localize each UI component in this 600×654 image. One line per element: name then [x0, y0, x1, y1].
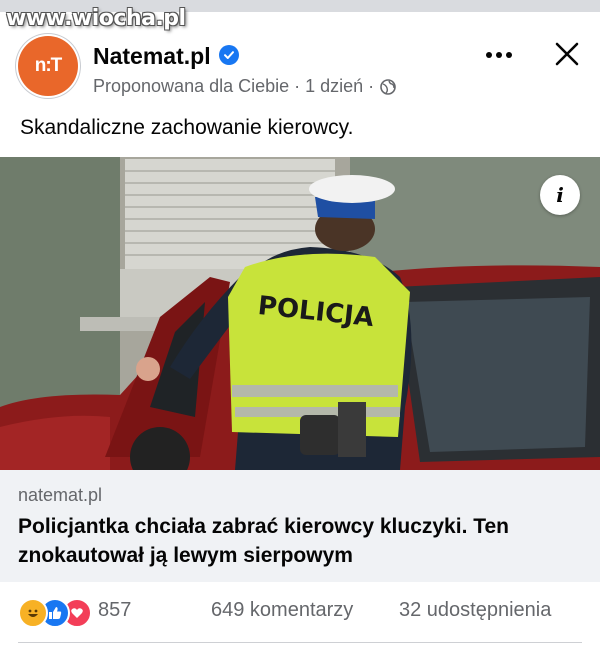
page-avatar[interactable]: n:T: [18, 36, 78, 96]
ad-info-button[interactable]: i: [540, 175, 580, 215]
engagement-bar: 857 649 komentarzy 32 udostępnienia: [0, 590, 600, 634]
page-name[interactable]: Natemat.pl: [93, 43, 211, 70]
more-horizontal-icon: [486, 52, 512, 58]
divider: [18, 642, 582, 643]
haha-reaction-icon: [18, 598, 48, 628]
reaction-icons[interactable]: [18, 598, 94, 628]
post-meta-text: Proponowana dla Ciebie · 1 dzień ·: [93, 76, 375, 96]
verified-badge-icon: [219, 45, 239, 65]
close-icon: [555, 42, 579, 66]
link-preview[interactable]: natemat.pl Policjantka chciała zabrać ki…: [0, 470, 600, 582]
post-meta: Proponowana dla Ciebie · 1 dzień ·: [93, 76, 396, 97]
link-headline[interactable]: Policjantka chciała zabrać kierowcy kluc…: [18, 512, 578, 570]
police-officer-car-image: POLICJA: [0, 157, 600, 470]
post-caption: Skandaliczne zachowanie kierowcy.: [20, 116, 354, 139]
post-photo[interactable]: POLICJA: [0, 157, 600, 470]
post-header: n:T Natemat.pl Proponowana dla Ciebie · …: [0, 28, 600, 108]
globe-icon: [380, 78, 396, 95]
more-options-button[interactable]: [482, 38, 516, 72]
shares-count[interactable]: 32 udostępnienia: [399, 599, 551, 622]
reaction-count[interactable]: 857: [98, 599, 131, 622]
link-domain: natemat.pl: [18, 485, 103, 505]
close-button[interactable]: [549, 36, 585, 72]
comments-count[interactable]: 649 komentarzy: [211, 599, 353, 622]
